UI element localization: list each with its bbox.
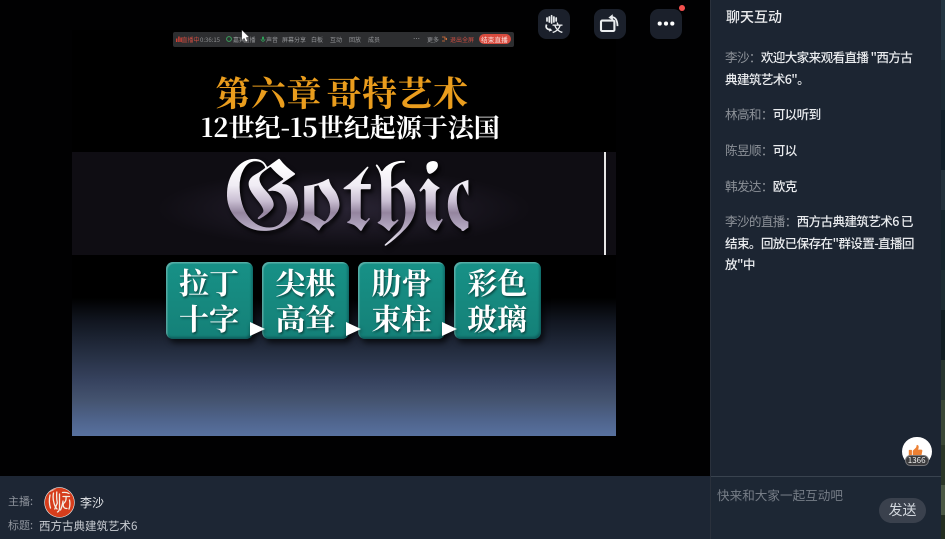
- svg-text:文: 文: [551, 20, 563, 35]
